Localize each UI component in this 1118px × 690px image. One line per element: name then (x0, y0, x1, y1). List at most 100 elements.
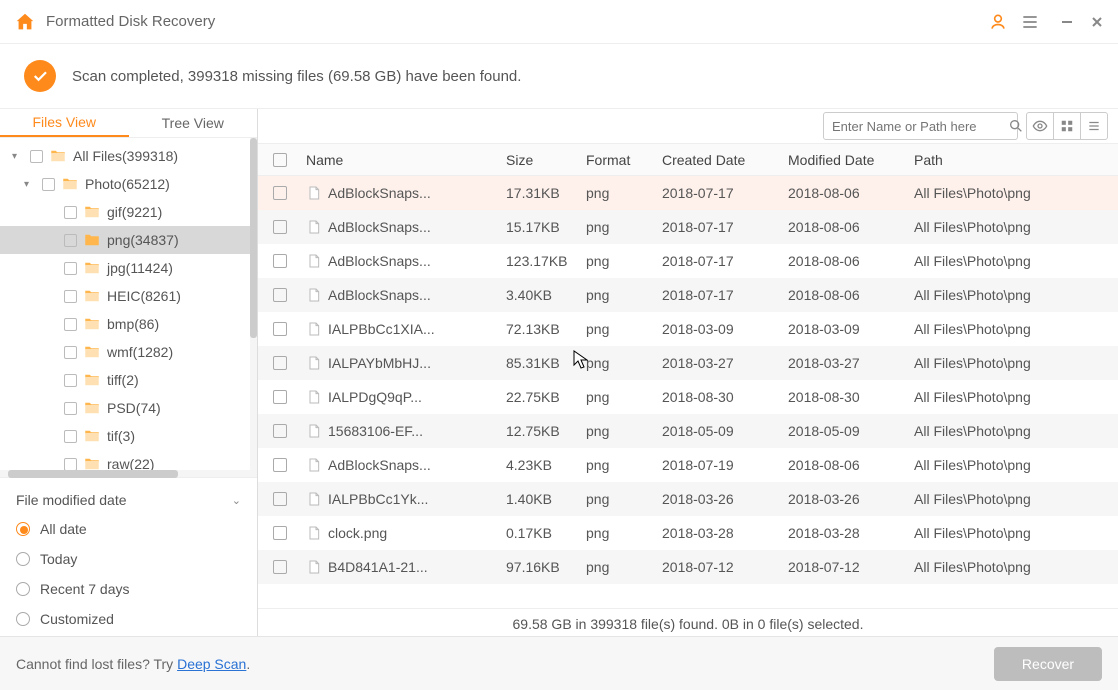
tree-checkbox[interactable] (64, 430, 77, 443)
header-modified-date[interactable]: Modified Date (780, 152, 906, 168)
tree-item[interactable]: HEIC(8261) (0, 282, 257, 310)
filter-option[interactable]: Today (16, 544, 241, 574)
folder-icon (83, 343, 101, 361)
grid-view-icon[interactable] (1053, 112, 1081, 140)
cell-modified: 2018-03-27 (780, 355, 906, 371)
hamburger-icon[interactable] (1020, 12, 1040, 32)
row-checkbox[interactable] (262, 458, 298, 472)
tree-label: HEIC(8261) (107, 288, 181, 304)
cell-created: 2018-03-09 (654, 321, 780, 337)
cell-modified: 2018-08-06 (780, 219, 906, 235)
row-checkbox[interactable] (262, 390, 298, 404)
cell-size: 12.75KB (498, 423, 578, 439)
content-area: Name Size Format Created Date Modified D… (258, 109, 1118, 638)
tree-item[interactable]: jpg(11424) (0, 254, 257, 282)
table-row[interactable]: AdBlockSnaps...123.17KBpng2018-07-172018… (258, 244, 1118, 278)
list-view-icon[interactable] (1080, 112, 1108, 140)
tree-v-scroll-thumb[interactable] (250, 138, 257, 338)
table-row[interactable]: AdBlockSnaps...17.31KBpng2018-07-172018-… (258, 176, 1118, 210)
search-icon[interactable] (1008, 118, 1024, 134)
header-path[interactable]: Path (906, 152, 1118, 168)
tree-checkbox[interactable] (64, 402, 77, 415)
tree-item[interactable]: wmf(1282) (0, 338, 257, 366)
row-checkbox[interactable] (262, 526, 298, 540)
tree-item[interactable]: raw(22) (0, 450, 257, 470)
titlebar: Formatted Disk Recovery (0, 0, 1118, 44)
tree-checkbox[interactable] (64, 206, 77, 219)
row-checkbox[interactable] (262, 424, 298, 438)
cell-name: IALPBbCc1XIA... (298, 321, 498, 337)
tree-item[interactable]: gif(9221) (0, 198, 257, 226)
cell-path: All Files\Photo\png (906, 457, 1118, 473)
tree-item[interactable]: tiff(2) (0, 366, 257, 394)
row-checkbox[interactable] (262, 560, 298, 574)
filter-header[interactable]: File modified date ⌄ (16, 486, 241, 514)
file-icon (306, 457, 322, 473)
radio-icon (16, 582, 30, 596)
table-row[interactable]: AdBlockSnaps...15.17KBpng2018-07-172018-… (258, 210, 1118, 244)
tree-checkbox[interactable] (64, 346, 77, 359)
tree-checkbox[interactable] (64, 374, 77, 387)
header-size[interactable]: Size (498, 152, 578, 168)
table-row[interactable]: IALPDgQ9qP...22.75KBpng2018-08-302018-08… (258, 380, 1118, 414)
row-checkbox[interactable] (262, 288, 298, 302)
table-row[interactable]: B4D841A1-21...97.16KBpng2018-07-122018-0… (258, 550, 1118, 584)
close-icon[interactable] (1090, 15, 1104, 29)
tree-item[interactable]: PSD(74) (0, 394, 257, 422)
search-input[interactable] (832, 119, 1008, 134)
tree-checkbox[interactable] (64, 262, 77, 275)
tree-label: jpg(11424) (107, 260, 173, 276)
tree-item[interactable]: bmp(86) (0, 310, 257, 338)
table-row[interactable]: IALPBbCc1XIA...72.13KBpng2018-03-092018-… (258, 312, 1118, 346)
filter-header-label: File modified date (16, 492, 127, 508)
table-row[interactable]: IALPAYbMbHJ...85.31KBpng2018-03-272018-0… (258, 346, 1118, 380)
table-row[interactable]: clock.png0.17KBpng2018-03-282018-03-28Al… (258, 516, 1118, 550)
tree-checkbox[interactable] (64, 290, 77, 303)
cell-format: png (578, 185, 654, 201)
search-box[interactable] (823, 112, 1018, 140)
tree-checkbox[interactable] (64, 458, 77, 471)
header-format[interactable]: Format (578, 152, 654, 168)
tree-item[interactable]: tif(3) (0, 422, 257, 450)
preview-icon[interactable] (1026, 112, 1054, 140)
row-checkbox[interactable] (262, 254, 298, 268)
filter-option[interactable]: All date (16, 514, 241, 544)
recover-button[interactable]: Recover (994, 647, 1102, 681)
cell-created: 2018-05-09 (654, 423, 780, 439)
tree-checkbox[interactable] (64, 318, 77, 331)
table-row[interactable]: AdBlockSnaps...3.40KBpng2018-07-172018-0… (258, 278, 1118, 312)
tree-checkbox[interactable] (42, 178, 55, 191)
row-checkbox[interactable] (262, 186, 298, 200)
tree-checkbox[interactable] (30, 150, 43, 163)
table-row[interactable]: IALPBbCc1Yk...1.40KBpng2018-03-262018-03… (258, 482, 1118, 516)
deep-scan-link[interactable]: Deep Scan (177, 656, 246, 672)
row-checkbox[interactable] (262, 322, 298, 336)
tree-item[interactable]: ▾All Files(399318) (0, 142, 257, 170)
tree-item[interactable]: ▾Photo(65212) (0, 170, 257, 198)
row-checkbox[interactable] (262, 356, 298, 370)
cell-format: png (578, 389, 654, 405)
file-icon (306, 253, 322, 269)
table-row[interactable]: AdBlockSnaps...4.23KBpng2018-07-192018-0… (258, 448, 1118, 482)
header-name[interactable]: Name (298, 152, 498, 168)
filter-option[interactable]: Customized (16, 604, 241, 634)
tree-item[interactable]: png(34837) (0, 226, 257, 254)
tree-h-scrollbar[interactable] (0, 470, 257, 477)
tab-tree-view[interactable]: Tree View (129, 109, 258, 137)
tree-checkbox[interactable] (64, 234, 77, 247)
row-checkbox[interactable] (262, 492, 298, 506)
folder-icon (61, 175, 79, 193)
user-icon[interactable] (988, 12, 1008, 32)
cell-size: 85.31KB (498, 355, 578, 371)
cell-path: All Files\Photo\png (906, 321, 1118, 337)
home-icon[interactable] (14, 11, 36, 33)
header-checkbox-col[interactable] (262, 153, 298, 167)
cell-created: 2018-03-28 (654, 525, 780, 541)
header-created-date[interactable]: Created Date (654, 152, 780, 168)
row-checkbox[interactable] (262, 220, 298, 234)
cell-name: AdBlockSnaps... (298, 219, 498, 235)
table-row[interactable]: 15683106-EF...12.75KBpng2018-05-092018-0… (258, 414, 1118, 448)
tab-files-view[interactable]: Files View (0, 109, 129, 137)
minimize-icon[interactable] (1060, 15, 1074, 29)
filter-option[interactable]: Recent 7 days (16, 574, 241, 604)
